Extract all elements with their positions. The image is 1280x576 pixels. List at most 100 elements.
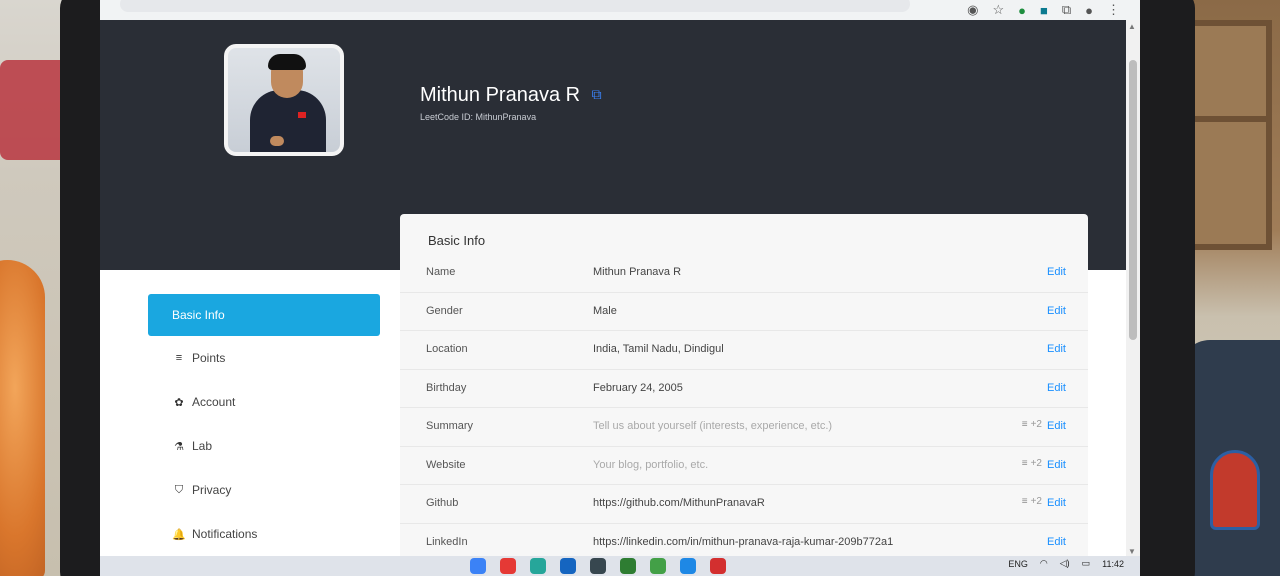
taskbar-app-icon[interactable]	[530, 558, 546, 574]
row-value: https://linkedin.com/in/mithun-pranava-r…	[593, 535, 894, 548]
language-indicator[interactable]: ENG	[1008, 559, 1028, 569]
row-value: https://github.com/MithunPranavaR	[593, 497, 765, 509]
row-label: LinkedIn	[426, 535, 468, 548]
coin-bonus: ≡ +2	[1022, 496, 1042, 507]
edit-button[interactable]: Edit	[1047, 343, 1066, 355]
sidebar-item-account[interactable]: ✿ Account	[148, 380, 380, 424]
info-row-name: Name Mithun Pranava R Edit	[400, 254, 1088, 293]
row-value: February 24, 2005	[593, 381, 683, 394]
leetcode-id: LeetCode ID: MithunPranava	[420, 112, 537, 122]
sidebar-item-label: Basic Info	[172, 308, 225, 322]
info-row-github: Github https://github.com/MithunPranavaR…	[400, 485, 1088, 524]
taskbar-app-icon[interactable]	[590, 558, 606, 574]
taskbar: ENG ◠ ◁) ▭ 11:42	[100, 556, 1140, 576]
sidebar-item-points[interactable]: ≡ Points	[148, 336, 380, 380]
external-link-icon[interactable]: ⧉	[592, 86, 602, 103]
battery-icon[interactable]: ▭	[1082, 558, 1091, 569]
clock[interactable]: 11:42	[1102, 559, 1124, 569]
profile-name-text: Mithun Pranava R	[420, 84, 581, 106]
sidebar-item-privacy[interactable]: ⛉ Privacy	[148, 468, 380, 512]
taskbar-apps	[470, 558, 726, 574]
flask-icon: ⚗	[174, 440, 184, 453]
edit-button[interactable]: Edit	[1047, 420, 1066, 432]
profile-name: Mithun Pranava R ⧉	[420, 84, 602, 107]
background-bottle	[0, 260, 45, 576]
row-label: Gender	[426, 304, 463, 317]
taskbar-app-icon[interactable]	[620, 558, 636, 574]
info-row-birthday: Birthday February 24, 2005 Edit	[400, 370, 1088, 408]
coin-bonus: ≡ +2	[1022, 419, 1042, 430]
puzzle-icon[interactable]: ⧉	[1062, 2, 1071, 18]
edit-button[interactable]: Edit	[1047, 305, 1066, 317]
row-label: Name	[426, 266, 456, 278]
gear-icon: ✿	[174, 396, 184, 409]
profile-icon[interactable]: ●	[1085, 3, 1093, 18]
taskbar-app-icon[interactable]	[560, 558, 576, 574]
taskbar-app-icon[interactable]	[500, 558, 516, 574]
edit-button[interactable]: Edit	[1047, 536, 1066, 548]
edit-button[interactable]: Edit	[1047, 459, 1066, 471]
row-value: India, Tamil Nadu, Dindigul	[593, 343, 724, 355]
scroll-up-icon[interactable]: ▲	[1128, 22, 1136, 31]
database-icon: ≡	[1021, 457, 1028, 469]
coin-bonus: ≡ +2	[1022, 458, 1042, 469]
row-label: Location	[426, 343, 468, 355]
sidebar-item-label: Account	[192, 395, 236, 409]
avatar[interactable]	[224, 44, 344, 156]
sidebar-item-label: Notifications	[192, 527, 258, 541]
edit-button[interactable]: Edit	[1047, 382, 1066, 394]
bonus-points: +2	[1030, 457, 1042, 469]
extension-icon[interactable]: ●	[1018, 3, 1026, 18]
row-placeholder[interactable]: Tell us about yourself (interests, exper…	[593, 420, 832, 432]
scroll-thumb[interactable]	[1129, 60, 1137, 340]
edit-button[interactable]: Edit	[1047, 266, 1066, 278]
info-row-website: Website Your blog, portfolio, etc. ≡ +2 E…	[400, 447, 1088, 485]
row-value: Male	[593, 304, 617, 317]
info-row-summary: Summary Tell us about yourself (interest…	[400, 408, 1088, 447]
row-placeholder[interactable]: Your blog, portfolio, etc.	[593, 459, 708, 471]
browser-toolbar: ◉ ☆ ● ■ ⧉ ● ⋮	[100, 0, 1140, 20]
settings-sidebar: Basic Info ≡ Points ✿ Account ⚗ Lab ⛉ Pr…	[148, 294, 380, 556]
address-bar[interactable]	[120, 0, 910, 12]
sidebar-item-label: Privacy	[192, 483, 232, 497]
shield-icon: ⛉	[174, 483, 184, 496]
info-row-gender: Gender Male Edit	[400, 293, 1088, 331]
page-scrollbar[interactable]: ▲ ▼	[1126, 20, 1140, 576]
sidebar-item-notifications[interactable]: 🔔 Notifications	[148, 512, 380, 556]
basic-info-rows: Name Mithun Pranava R Edit Gender Male E…	[400, 254, 1088, 562]
scroll-down-icon[interactable]: ▼	[1128, 547, 1136, 556]
screen: ◉ ☆ ● ■ ⧉ ● ⋮ Mithun Pranava R ⧉ LeetCod…	[100, 0, 1140, 576]
bonus-points: +2	[1030, 419, 1042, 430]
row-label: Website	[426, 458, 466, 471]
card-title: Basic Info	[428, 233, 486, 248]
taskbar-app-icon[interactable]	[650, 558, 666, 574]
menu-dots-icon[interactable]: ⋮	[1107, 2, 1120, 18]
row-label: Github	[426, 497, 459, 509]
database-icon: ≡	[1021, 496, 1028, 507]
taskbar-app-icon[interactable]	[710, 558, 726, 574]
taskbar-app-icon[interactable]	[470, 558, 486, 574]
star-icon[interactable]: ☆	[992, 2, 1004, 18]
row-label: Birthday	[426, 381, 467, 394]
info-row-location: Location India, Tamil Nadu, Dindigul Edi…	[400, 331, 1088, 370]
row-label: Summary	[426, 420, 474, 432]
bonus-points: +2	[1030, 496, 1042, 507]
sidebar-item-label: Lab	[192, 439, 213, 453]
row-value: Mithun Pranava R	[593, 266, 682, 278]
basic-info-card: Basic Info Name Mithun Pranava R Edit Ge…	[400, 214, 1088, 576]
system-tray: ENG ◠ ◁) ▭ 11:42	[1008, 558, 1124, 569]
background-rocket-toy	[1210, 450, 1260, 530]
toolbar-icons: ◉ ☆ ● ■ ⧉ ● ⋮	[967, 0, 1120, 20]
database-icon: ≡	[1021, 419, 1028, 430]
volume-icon[interactable]: ◁)	[1060, 558, 1070, 569]
sidebar-item-basic-info[interactable]: Basic Info	[148, 294, 380, 336]
sidebar-item-label: Points	[192, 351, 226, 365]
eye-off-icon[interactable]: ◉	[967, 2, 978, 18]
edit-button[interactable]: Edit	[1047, 497, 1066, 509]
database-icon: ≡	[175, 352, 183, 364]
taskbar-app-icon[interactable]	[680, 558, 696, 574]
wifi-icon[interactable]: ◠	[1040, 558, 1048, 569]
sidebar-item-lab[interactable]: ⚗ Lab	[148, 424, 380, 468]
extension-icon[interactable]: ■	[1040, 3, 1048, 18]
bell-icon: 🔔	[172, 528, 186, 541]
